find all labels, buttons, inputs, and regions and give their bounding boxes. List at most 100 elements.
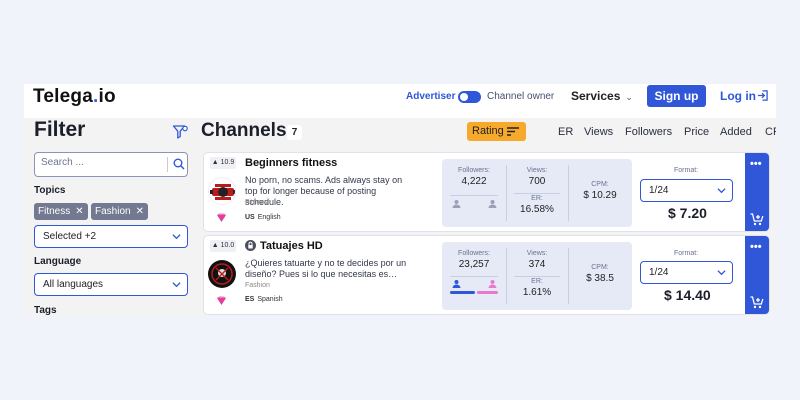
log-in-link[interactable]: Log in [720, 89, 756, 103]
sort-added[interactable]: Added [720, 126, 752, 138]
add-to-cart-icon[interactable] [750, 213, 765, 226]
add-to-cart-icon[interactable] [750, 296, 765, 309]
trophy-icon: ▲ [211, 242, 219, 249]
channel-language: US English [245, 214, 281, 221]
channel-stats: Followers: 23,257 Views: 374 ER: 1.61% CPM:… [442, 242, 632, 310]
er-value: 1.61% [522, 287, 552, 298]
divider [514, 276, 560, 277]
cpm-stat: CPM: $ 10.29 [568, 181, 632, 201]
search-box [34, 152, 188, 177]
channel-card[interactable]: ▲ 10.0 Tatuajes HD ¿Quieres tatuarte y n… [203, 235, 770, 315]
channel-card[interactable]: ▲ 10.9 Beginners fitness No porn, no sca… [203, 152, 770, 232]
views-value: 374 [528, 259, 546, 270]
card-action-column: ••• [745, 236, 769, 314]
topics-select[interactable]: Selected +2 [34, 225, 188, 248]
services-label: Services [571, 89, 621, 103]
female-share-bar [477, 291, 498, 294]
top-header: Telega.io Advertiser Channel owner Servi… [24, 84, 776, 118]
er-label: ER: [531, 195, 543, 202]
language-select-value: All languages [43, 279, 104, 290]
followers-value: 4,222 [461, 176, 487, 187]
language-select[interactable]: All languages [34, 273, 188, 296]
cpm-value: $ 10.29 [583, 190, 617, 201]
views-stat: Views: 700 [506, 167, 568, 187]
channel-language: ES Spanish [245, 296, 283, 303]
female-audience-icon [488, 280, 497, 288]
divider [450, 276, 498, 277]
er-stat: ER: 16.58% [506, 195, 568, 215]
services-menu[interactable]: Services ⌄ [571, 89, 633, 103]
channels-header: Channels 7 Rating ER Views Followers Pri… [196, 118, 776, 148]
male-audience-icon [452, 280, 461, 288]
heart-icon[interactable] [216, 296, 227, 306]
sort-er[interactable]: ER [558, 126, 573, 138]
card-action-column: ••• [745, 153, 769, 231]
format-select[interactable]: 1/24 [640, 261, 733, 284]
followers-label: Followers: [458, 250, 490, 257]
channel-avatar[interactable] [208, 177, 236, 205]
cpm-label: CPM: [591, 264, 609, 271]
language-name: English [257, 214, 281, 221]
trophy-icon: ▲ [211, 159, 219, 166]
logo[interactable]: Telega.io [33, 86, 116, 108]
tag-chip-fashion[interactable]: Fashion ✕ [91, 203, 148, 220]
views-stat: Views: 374 [506, 250, 568, 270]
format-value: 1/24 [649, 185, 669, 196]
followers-value: 23,257 [458, 259, 490, 270]
format-select[interactable]: 1/24 [640, 179, 733, 202]
sort-views[interactable]: Views [584, 126, 613, 138]
cpm-label: CPM: [591, 181, 609, 188]
tag-chip-fitness[interactable]: Fitness ✕ [34, 203, 88, 220]
chevron-down-icon [172, 234, 181, 240]
chevron-down-icon [717, 188, 726, 194]
divider [450, 195, 498, 196]
channel-stats: Followers: 4,222 Views: 700 ER: 16.58% CPM:… [442, 159, 632, 227]
sort-followers[interactable]: Followers [625, 126, 672, 138]
language-label: Language [34, 256, 82, 267]
views-label: Views: [526, 250, 548, 257]
search-divider [167, 157, 168, 172]
filter-icon[interactable] [172, 124, 188, 140]
cpm-stat: CPM: $ 38.5 [568, 264, 632, 284]
search-input[interactable] [41, 157, 159, 168]
search-icon[interactable] [173, 158, 185, 170]
channel-list: ▲ 10.9 Beginners fitness No porn, no sca… [196, 148, 776, 316]
male-share-bar [450, 291, 475, 294]
login-icon[interactable] [757, 90, 768, 101]
sort-cpm[interactable]: CPM [765, 126, 776, 138]
close-icon[interactable]: ✕ [75, 206, 83, 217]
fitness-logo-icon [210, 184, 235, 200]
language-code: US [245, 214, 255, 221]
heart-icon[interactable] [216, 213, 227, 223]
app-frame: Telega.io Advertiser Channel owner Servi… [24, 84, 776, 316]
more-dots-icon[interactable]: ••• [750, 241, 762, 253]
tattoo-logo-icon [211, 263, 233, 285]
channel-owner-label[interactable]: Channel owner [487, 91, 554, 102]
topics-select-value: Selected +2 [43, 231, 97, 242]
sort-icon [507, 127, 519, 136]
more-dots-icon[interactable]: ••• [750, 158, 762, 170]
language-code: ES [245, 296, 255, 303]
filter-title: Filter [34, 118, 86, 141]
chevron-down-icon [172, 282, 181, 288]
filter-sidebar: Filter Topics Fitness ✕ Fashion ✕ Selected… [24, 118, 196, 316]
advertiser-label[interactable]: Advertiser [406, 91, 455, 102]
channel-name[interactable]: Tatuajes HD [260, 240, 323, 252]
format-label: Format: [674, 167, 699, 174]
followers-stat: Followers: 23,257 [442, 250, 506, 270]
rating-badge: ▲ 10.0 [210, 240, 236, 252]
channel-avatar[interactable] [208, 260, 236, 288]
sort-price[interactable]: Price [684, 126, 709, 138]
sign-up-button[interactable]: Sign up [647, 85, 706, 107]
followers-stat: Followers: 4,222 [442, 167, 506, 187]
close-icon[interactable]: ✕ [136, 206, 144, 217]
channel-price: $ 14.40 [664, 287, 711, 303]
cpm-value: $ 38.5 [586, 273, 614, 284]
role-toggle-switch[interactable] [458, 91, 481, 103]
channel-name[interactable]: Beginners fitness [245, 157, 337, 169]
chevron-down-icon: ⌄ [625, 92, 633, 102]
lock-icon [245, 240, 256, 251]
channel-price: $ 7.20 [668, 205, 707, 221]
sort-rating-button[interactable]: Rating [467, 122, 526, 141]
tags-label: Tags [34, 305, 57, 316]
